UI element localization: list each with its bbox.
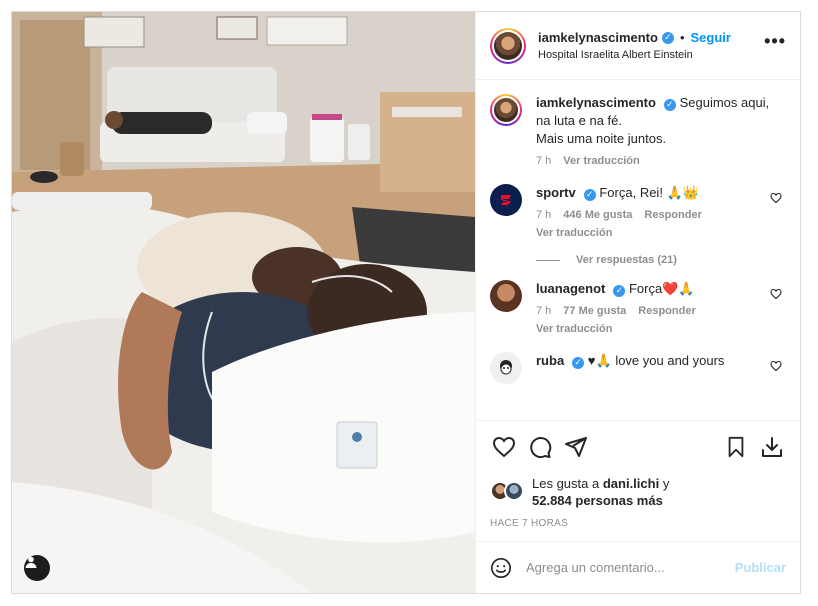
post-timestamp[interactable]: HACE 7 HORAS — [476, 512, 800, 541]
likes-suffix: y — [662, 476, 670, 491]
comment-form: Publicar — [476, 541, 800, 593]
post-header: iamkelynascimento ✓ • Seguir Hospital Is… — [476, 12, 800, 80]
post-panel: iamkelynascimento ✓ • Seguir Hospital Is… — [475, 12, 800, 593]
reply-button[interactable]: Responder — [644, 206, 701, 224]
separator-dot: • — [679, 30, 685, 45]
view-replies-button[interactable]: Ver respuestas (21) — [536, 254, 786, 266]
translate-link[interactable]: Ver traducción — [536, 224, 612, 242]
comment-text: Força, Rei! 🙏👑 — [599, 185, 699, 200]
caption-avatar[interactable] — [490, 94, 522, 126]
verified-badge-icon: ✓ — [613, 284, 626, 297]
author-username[interactable]: iamkelynascimento — [538, 30, 658, 45]
follow-button[interactable]: Seguir — [691, 30, 731, 45]
comment-avatar[interactable] — [490, 184, 522, 216]
caption-line: Seguimos aqui, — [679, 95, 770, 110]
hospital-photo — [12, 12, 475, 593]
download-icon[interactable] — [754, 429, 790, 465]
caption-line: Mais uma noite juntos. — [536, 131, 667, 146]
likes-prefix: Les gusta a — [532, 476, 600, 491]
post-photo[interactable] — [12, 12, 475, 593]
view-replies-label: Ver respuestas (21) — [576, 254, 677, 266]
caption-time[interactable]: 7 h — [536, 152, 551, 170]
liker-avatars[interactable] — [490, 481, 526, 503]
verified-badge-icon: ✓ — [663, 98, 676, 111]
comment-time[interactable]: 7 h — [536, 206, 551, 224]
caption-line: na luta e na fé. — [536, 113, 623, 128]
post-container: iamkelynascimento ✓ • Seguir Hospital Is… — [11, 11, 801, 594]
heart-icon[interactable] — [770, 280, 786, 338]
comment-likes[interactable]: 77 Me gusta — [563, 302, 626, 320]
reply-button[interactable]: Responder — [638, 302, 695, 320]
caption-username[interactable]: iamkelynascimento — [536, 95, 656, 110]
more-options-icon[interactable]: ••• — [764, 31, 786, 52]
comment-avatar[interactable] — [490, 352, 522, 384]
comment-username[interactable]: sportv — [536, 185, 576, 200]
likes-summary: Les gusta a dani.lichi y 52.884 personas… — [476, 472, 800, 512]
heart-icon[interactable] — [770, 352, 786, 384]
comment-likes[interactable]: 446 Me gusta — [563, 206, 632, 224]
comment-input[interactable] — [526, 560, 735, 575]
emoji-icon[interactable] — [490, 557, 512, 579]
comment-icon[interactable] — [522, 429, 558, 465]
heart-icon[interactable] — [486, 429, 522, 465]
comment-item: sportv ✓ Força, Rei! 🙏👑 7 h 446 Me gusta … — [490, 184, 786, 242]
post-location[interactable]: Hospital Israelita Albert Einstein — [538, 49, 764, 61]
translate-link[interactable]: Ver traducción — [563, 152, 639, 170]
verified-badge-icon: ✓ — [661, 31, 674, 44]
comment-username[interactable]: ruba — [536, 353, 564, 368]
comment-avatar[interactable] — [490, 280, 522, 312]
liker-username[interactable]: dani.lichi — [603, 476, 659, 491]
comment-text: ♥🙏 love you and yours — [587, 353, 725, 368]
comment-item: luanagenot ✓ Força❤️🙏 7 h 77 Me gusta Res… — [490, 280, 786, 338]
comment-time[interactable]: 7 h — [536, 302, 551, 320]
comment-username[interactable]: luanagenot — [536, 281, 605, 296]
caption: iamkelynascimento ✓ Seguimos aqui, na lut… — [490, 94, 786, 170]
publish-button[interactable]: Publicar — [735, 560, 786, 575]
comments-list[interactable]: iamkelynascimento ✓ Seguimos aqui, na lut… — [476, 80, 800, 420]
comment-item: ruba ✓ ♥🙏 love you and yours — [490, 352, 786, 384]
action-bar — [476, 420, 800, 472]
comment-text: Força❤️🙏 — [628, 281, 695, 296]
user-tag-icon[interactable] — [24, 555, 50, 581]
heart-icon[interactable] — [770, 184, 786, 242]
verified-badge-icon: ✓ — [572, 356, 585, 369]
liker-avatar — [504, 481, 524, 501]
likes-count[interactable]: 52.884 personas más — [532, 493, 663, 508]
author-avatar[interactable] — [490, 27, 526, 64]
translate-link[interactable]: Ver traducción — [536, 320, 612, 338]
share-icon[interactable] — [558, 429, 594, 465]
bookmark-icon[interactable] — [718, 429, 754, 465]
verified-badge-icon: ✓ — [583, 188, 596, 201]
